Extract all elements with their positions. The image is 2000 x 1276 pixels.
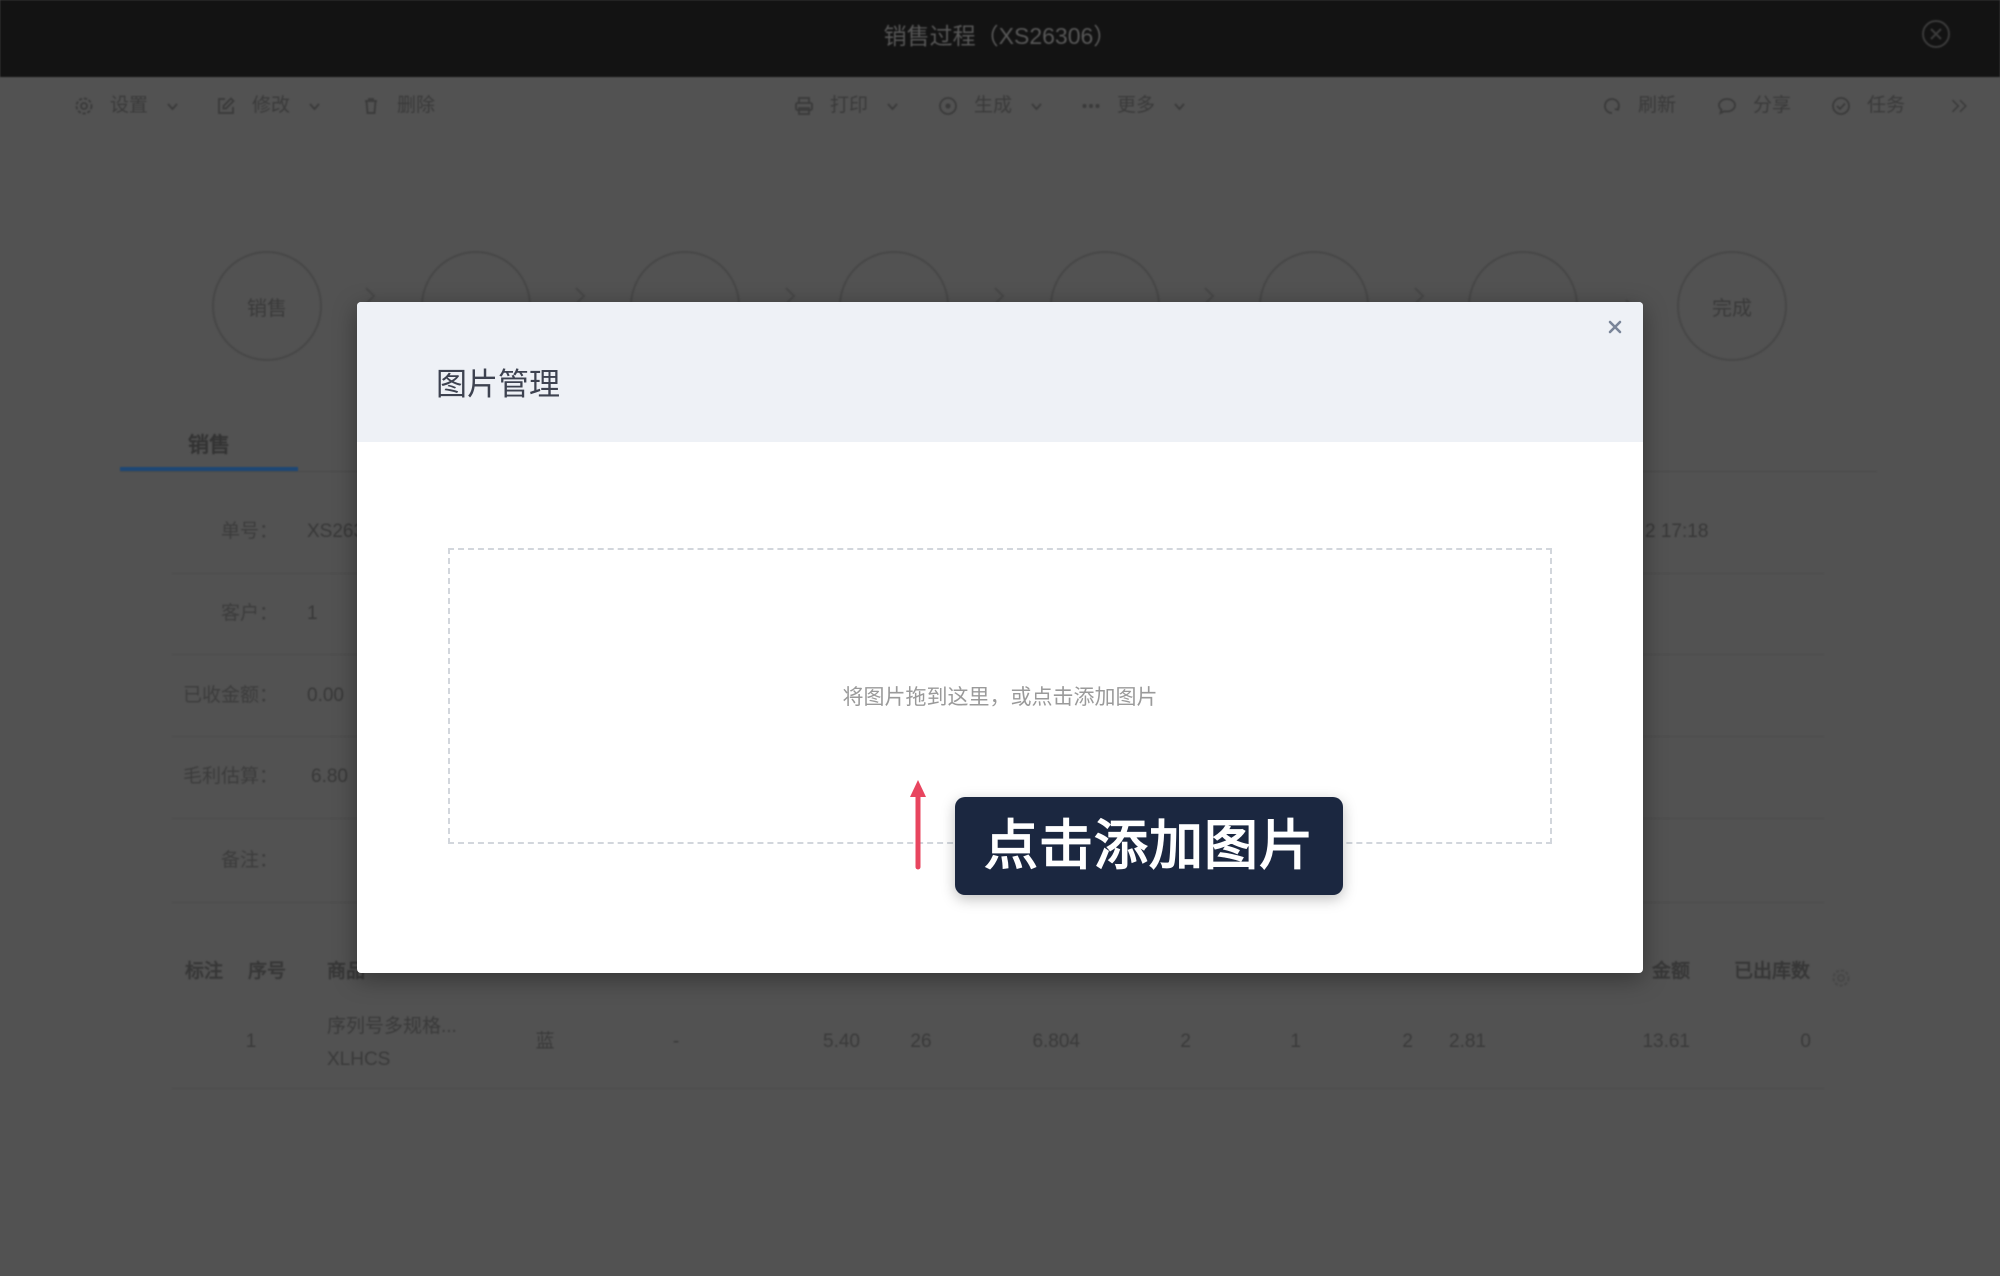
- window-title: 销售过程（XS26306）: [883, 23, 1117, 49]
- page: 销售过程（XS26306） 设置 修改 删除 打印 生成 更多 刷新 分享 任务…: [0, 0, 2000, 1276]
- tasks-button[interactable]: 任务: [1831, 92, 1905, 120]
- tasks-label: 任务: [1867, 95, 1906, 116]
- cell-price: 5.40: [823, 1031, 860, 1052]
- more-dots-icon: [1081, 96, 1101, 116]
- edit-label: 修改: [252, 95, 291, 116]
- step-sales[interactable]: 销售: [212, 251, 322, 361]
- cell-subtotal: 6.804: [1032, 1031, 1080, 1052]
- cell-unit: -: [672, 1031, 680, 1052]
- dropzone-hint: 将图片拖到这里，或点击添加图片: [842, 686, 1158, 709]
- cell-product-code: XLHCS: [327, 1049, 391, 1070]
- chevron-down-icon: [886, 100, 899, 113]
- refresh-icon: [1602, 96, 1622, 116]
- customer-value: 1: [307, 603, 318, 624]
- row-divider: [172, 1088, 1824, 1089]
- close-circle-icon[interactable]: [1921, 19, 1951, 49]
- column-header-seq[interactable]: 序号: [227, 960, 307, 984]
- order-time-value: 2 17:18: [1645, 521, 1709, 542]
- delete-button[interactable]: 删除: [361, 92, 435, 120]
- cell-qty: 26: [910, 1031, 932, 1052]
- cell-product-name: 序列号多规格...: [327, 1016, 457, 1037]
- edit-button[interactable]: 修改: [216, 92, 321, 120]
- cell-col-c: 2: [1402, 1031, 1413, 1052]
- remark-label: 备注：: [220, 850, 278, 871]
- chevron-down-icon: [308, 100, 321, 113]
- cell-col-d: 2.81: [1449, 1031, 1486, 1052]
- step-label: 完成: [1712, 297, 1752, 320]
- cell-col-a: 2: [1180, 1031, 1191, 1052]
- gross-profit-label: 毛利估算：: [182, 766, 278, 787]
- dialog-header: 图片管理: [357, 302, 1643, 442]
- chevron-down-icon: [166, 100, 179, 113]
- chevron-down-icon: [1030, 100, 1043, 113]
- double-chevron-right-icon: [1950, 96, 1974, 116]
- more-label: 更多: [1117, 95, 1156, 116]
- cell-col-b: 1: [1290, 1031, 1301, 1052]
- print-label: 打印: [830, 95, 869, 116]
- more-button[interactable]: 更多: [1081, 92, 1186, 120]
- settings-button[interactable]: 设置: [74, 92, 179, 120]
- edit-icon: [216, 96, 236, 116]
- refresh-label: 刷新: [1638, 95, 1677, 116]
- cell-seq: 1: [245, 1031, 257, 1052]
- generate-label: 生成: [974, 95, 1013, 116]
- received-amount-label: 已收金额：: [182, 685, 278, 706]
- callout-text: 点击添加图片: [984, 816, 1314, 876]
- annotation-callout: 点击添加图片: [955, 797, 1343, 895]
- step-complete[interactable]: 完成: [1677, 251, 1787, 361]
- annotation-arrow-icon: [910, 780, 926, 870]
- chat-bubble-icon: [1717, 96, 1737, 116]
- chevron-down-icon: [1173, 100, 1186, 113]
- print-button[interactable]: 打印: [794, 92, 899, 120]
- customer-label: 客户：: [220, 603, 278, 624]
- cell-shipped: 0: [1800, 1031, 1811, 1052]
- target-icon: [938, 96, 958, 116]
- order-no-label: 单号：: [220, 521, 278, 542]
- settings-label: 设置: [110, 95, 149, 116]
- cell-spec: 蓝: [535, 1031, 555, 1052]
- delete-label: 删除: [397, 95, 436, 116]
- window-titlebar: 销售过程（XS26306）: [0, 0, 2000, 77]
- trash-icon: [361, 96, 381, 116]
- share-button[interactable]: 分享: [1717, 92, 1791, 120]
- gross-profit-value: 6.80: [311, 766, 348, 787]
- printer-icon: [794, 96, 814, 116]
- column-header-shipped[interactable]: 已出库数: [1710, 960, 1810, 984]
- received-amount-value: 0.00: [307, 685, 344, 706]
- cell-amount: 13.61: [1642, 1031, 1690, 1052]
- dialog-title: 图片管理: [436, 367, 560, 402]
- step-label: 销售: [247, 297, 287, 320]
- check-circle-icon: [1831, 96, 1851, 116]
- gear-icon: [74, 96, 94, 116]
- generate-button[interactable]: 生成: [938, 92, 1043, 120]
- close-icon[interactable]: [1603, 315, 1627, 339]
- expand-button[interactable]: [1950, 92, 1974, 120]
- column-settings-gear-icon[interactable]: [1831, 968, 1851, 988]
- share-label: 分享: [1753, 95, 1792, 116]
- refresh-button[interactable]: 刷新: [1602, 92, 1676, 120]
- tab-sales[interactable]: 销售: [169, 432, 249, 460]
